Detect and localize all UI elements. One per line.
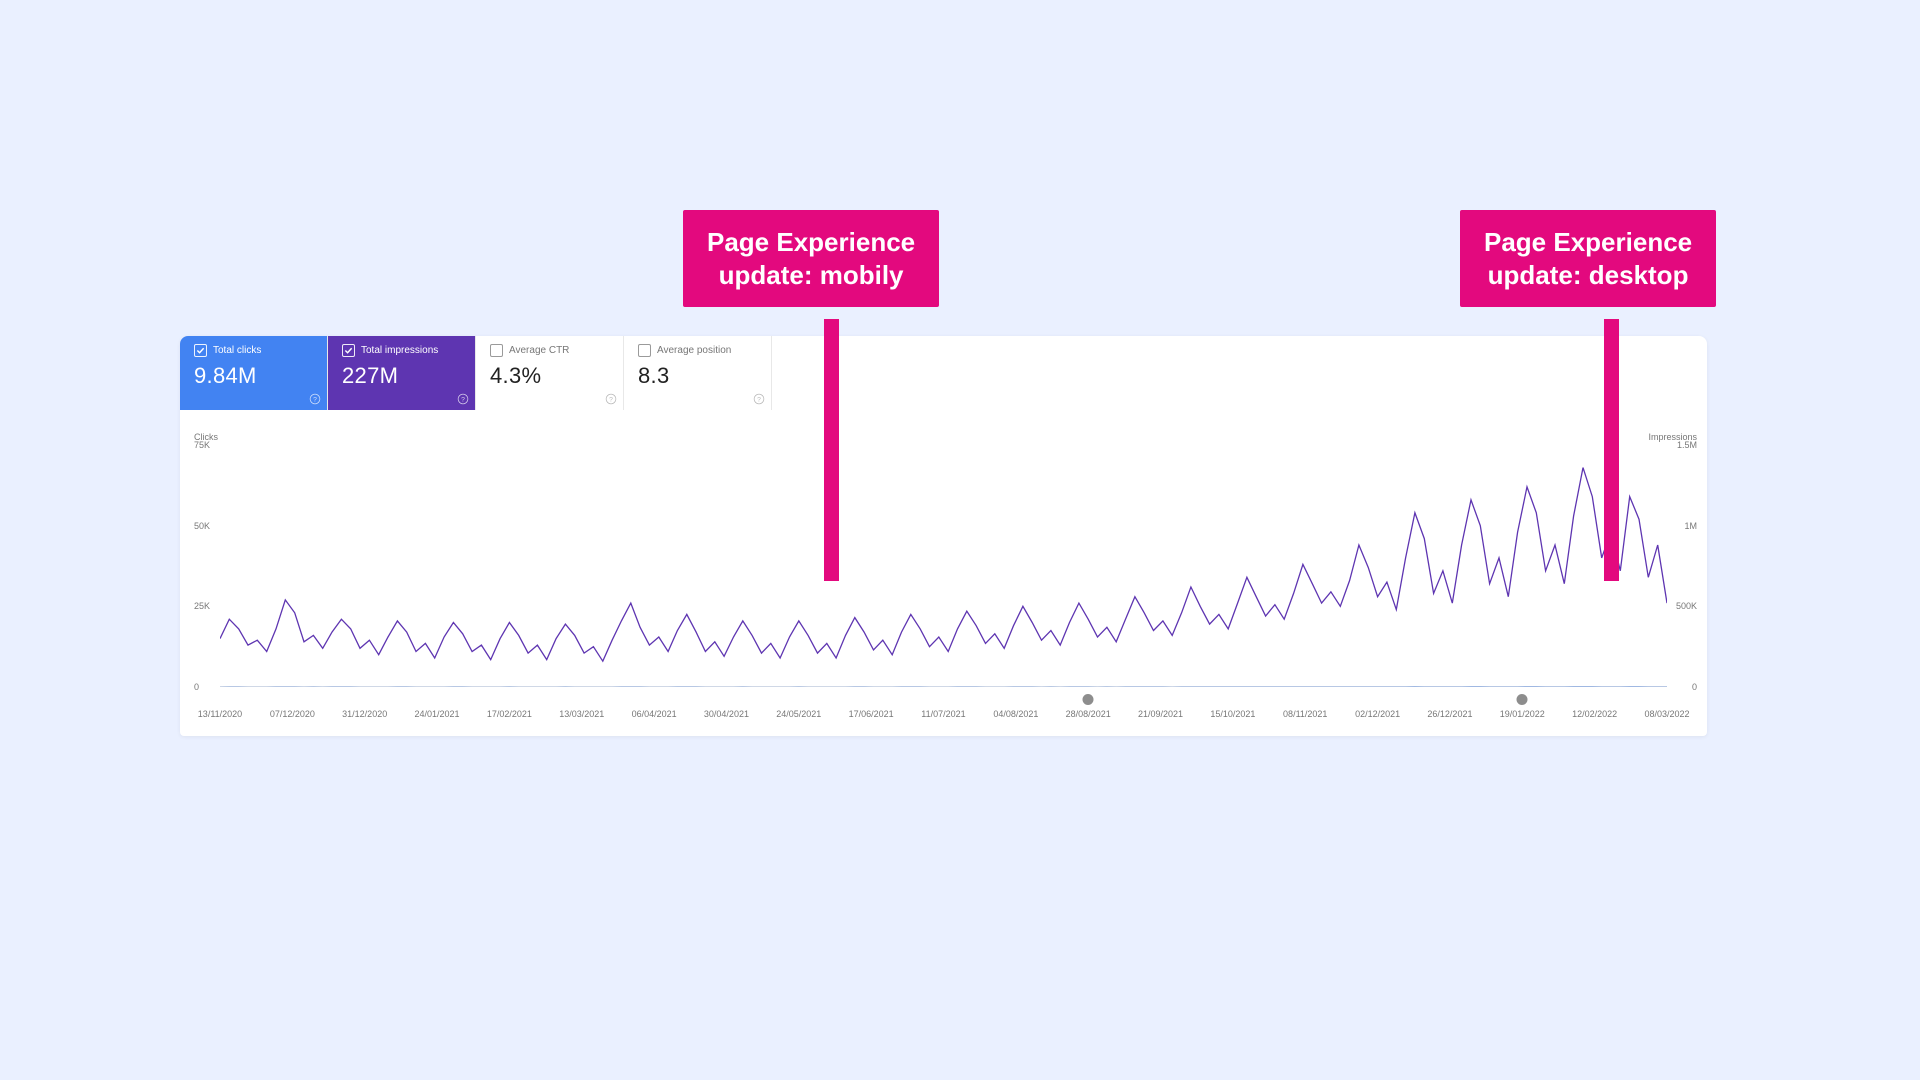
- event-marker-icon: [1083, 694, 1094, 705]
- annotation-desktop: Page Experienceupdate: desktop: [1460, 210, 1716, 307]
- x-tick-date: 13/11/2020: [198, 709, 242, 719]
- x-tick-date: 04/08/2021: [993, 709, 1038, 719]
- annotation-stem-mobile: [824, 319, 839, 581]
- y-tick-left: 75K: [194, 440, 210, 450]
- annotation-stem-desktop: [1604, 319, 1619, 581]
- svg-text:?: ?: [461, 396, 465, 403]
- metric-card-label: Average position: [657, 345, 731, 356]
- event-marker-icon: [1517, 694, 1528, 705]
- checkbox-icon: [490, 344, 503, 357]
- series-impressions: [220, 468, 1667, 662]
- x-tick-date: 08/11/2021: [1283, 709, 1327, 719]
- x-axis-dates: 13/11/202007/12/202031/12/202024/01/2021…: [220, 709, 1667, 724]
- x-tick-date: 24/01/2021: [415, 709, 460, 719]
- metric-card-label: Total clicks: [213, 345, 261, 356]
- x-tick-date: 08/03/2022: [1644, 709, 1689, 719]
- x-tick-date: 26/12/2021: [1427, 709, 1472, 719]
- x-tick-date: 31/12/2020: [342, 709, 387, 719]
- x-tick-date: 15/10/2021: [1210, 709, 1255, 719]
- svg-text:?: ?: [609, 396, 613, 403]
- help-icon[interactable]: ?: [457, 392, 469, 404]
- metric-card-impressions[interactable]: Total impressions 227M ?: [328, 336, 476, 410]
- x-tick-date: 28/08/2021: [1066, 709, 1111, 719]
- checkbox-icon: [342, 344, 355, 357]
- help-icon[interactable]: ?: [605, 392, 617, 404]
- x-tick-date: 13/03/2021: [559, 709, 604, 719]
- metric-card-position[interactable]: Average position 8.3 ?: [624, 336, 772, 410]
- metric-card-value: 8.3: [638, 363, 761, 389]
- y-tick-right: 500K: [1676, 601, 1697, 611]
- x-tick-date: 12/02/2022: [1572, 709, 1617, 719]
- x-tick-date: 21/09/2021: [1138, 709, 1183, 719]
- checkbox-icon: [194, 344, 207, 357]
- y-tick-right: 1.5M: [1677, 440, 1697, 450]
- x-tick-date: 02/12/2021: [1355, 709, 1400, 719]
- search-console-chart-panel: Total clicks 9.84M ? Total impressions 2…: [180, 336, 1707, 736]
- x-tick-date: 17/06/2021: [849, 709, 894, 719]
- y-tick-left: 50K: [194, 521, 210, 531]
- metric-card-ctr[interactable]: Average CTR 4.3% ?: [476, 336, 624, 410]
- metric-cards-row: Total clicks 9.84M ? Total impressions 2…: [180, 336, 772, 410]
- chart-plot-area: [220, 445, 1667, 687]
- y-tick-left: 0: [194, 682, 199, 692]
- svg-text:?: ?: [313, 396, 317, 403]
- svg-text:?: ?: [757, 396, 761, 403]
- x-tick-date: 07/12/2020: [270, 709, 315, 719]
- help-icon[interactable]: ?: [753, 392, 765, 404]
- metric-card-label: Total impressions: [361, 345, 438, 356]
- metric-card-value: 227M: [342, 363, 465, 389]
- metric-card-value: 9.84M: [194, 363, 317, 389]
- metric-card-clicks[interactable]: Total clicks 9.84M ?: [180, 336, 328, 410]
- x-tick-date: 11/07/2021: [921, 709, 965, 719]
- y-tick-right: 0: [1692, 682, 1697, 692]
- x-tick-date: 30/04/2021: [704, 709, 749, 719]
- y-tick-right: 1M: [1684, 521, 1697, 531]
- checkbox-icon: [638, 344, 651, 357]
- y-tick-left: 25K: [194, 601, 210, 611]
- metric-card-label: Average CTR: [509, 345, 569, 356]
- annotation-mobile: Page Experienceupdate: mobily: [683, 210, 939, 307]
- x-tick-date: 17/02/2021: [487, 709, 532, 719]
- x-tick-date: 06/04/2021: [632, 709, 677, 719]
- x-tick-date: 24/05/2021: [776, 709, 821, 719]
- metric-card-value: 4.3%: [490, 363, 613, 389]
- help-icon[interactable]: ?: [309, 392, 321, 404]
- x-tick-date: 19/01/2022: [1500, 709, 1545, 719]
